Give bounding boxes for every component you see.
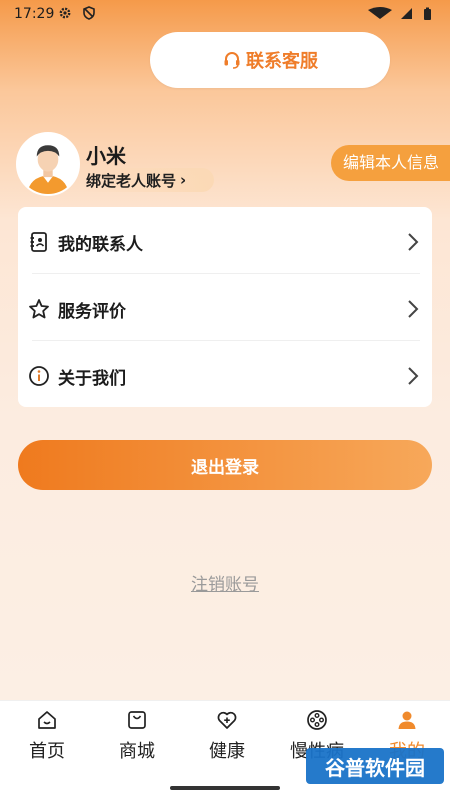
info-icon bbox=[29, 366, 49, 386]
tab-health[interactable]: 健康 bbox=[182, 709, 272, 779]
tab-label: 商城 bbox=[119, 741, 155, 762]
avatar[interactable] bbox=[16, 132, 80, 196]
menu-card: 我的联系人 服务评价 关于我们 bbox=[18, 207, 432, 407]
menu-item-label: 我的联系人 bbox=[58, 234, 143, 255]
tab-mall[interactable]: 商城 bbox=[92, 709, 182, 779]
logout-button[interactable]: 退出登录 bbox=[18, 440, 432, 490]
menu-item-label: 关于我们 bbox=[58, 368, 126, 389]
contact-service-label: 联系客服 bbox=[246, 51, 318, 72]
contacts-book-icon bbox=[30, 232, 47, 252]
cancel-account-link[interactable]: 注销账号 bbox=[0, 570, 450, 595]
user-avatar-illustration bbox=[18, 134, 78, 194]
bind-elder-account-label: 绑定老人账号 bbox=[86, 171, 177, 190]
contact-service-button[interactable]: 联系客服 bbox=[150, 32, 390, 88]
film-reel-icon bbox=[307, 710, 327, 730]
tab-label: 首页 bbox=[29, 741, 65, 762]
user-name: 小米 bbox=[86, 144, 126, 168]
tab-label: 健康 bbox=[209, 741, 245, 762]
menu-item-service-review[interactable]: 服务评价 bbox=[18, 276, 432, 342]
menu-item-about-us[interactable]: 关于我们 bbox=[18, 343, 432, 409]
shield-icon bbox=[83, 6, 95, 20]
home-icon bbox=[38, 711, 56, 729]
chevron-right-icon bbox=[408, 300, 419, 318]
menu-item-label: 服务评价 bbox=[58, 301, 126, 322]
bind-elder-account-link[interactable]: 绑定老人账号 › bbox=[82, 168, 214, 192]
watermark-logo: 谷普软件园 bbox=[306, 748, 444, 784]
divider bbox=[32, 340, 420, 341]
headset-icon bbox=[224, 52, 240, 69]
chevron-right-icon bbox=[408, 367, 419, 385]
home-indicator[interactable] bbox=[170, 786, 280, 790]
status-time: 17:29 bbox=[14, 6, 55, 22]
shopping-bag-icon bbox=[128, 711, 146, 729]
star-icon bbox=[29, 299, 49, 319]
divider bbox=[32, 273, 420, 274]
person-icon bbox=[398, 711, 416, 729]
chevron-right-icon: › bbox=[180, 171, 187, 189]
tab-home[interactable]: 首页 bbox=[2, 709, 92, 779]
status-bar: 17:29 bbox=[0, 0, 450, 28]
chevron-right-icon bbox=[408, 233, 419, 251]
heart-plus-icon bbox=[217, 711, 237, 729]
gear-icon bbox=[59, 7, 71, 19]
edit-profile-button[interactable]: 编辑本人信息 bbox=[331, 145, 450, 181]
system-status-icons bbox=[368, 7, 431, 20]
menu-item-contacts[interactable]: 我的联系人 bbox=[18, 209, 432, 275]
